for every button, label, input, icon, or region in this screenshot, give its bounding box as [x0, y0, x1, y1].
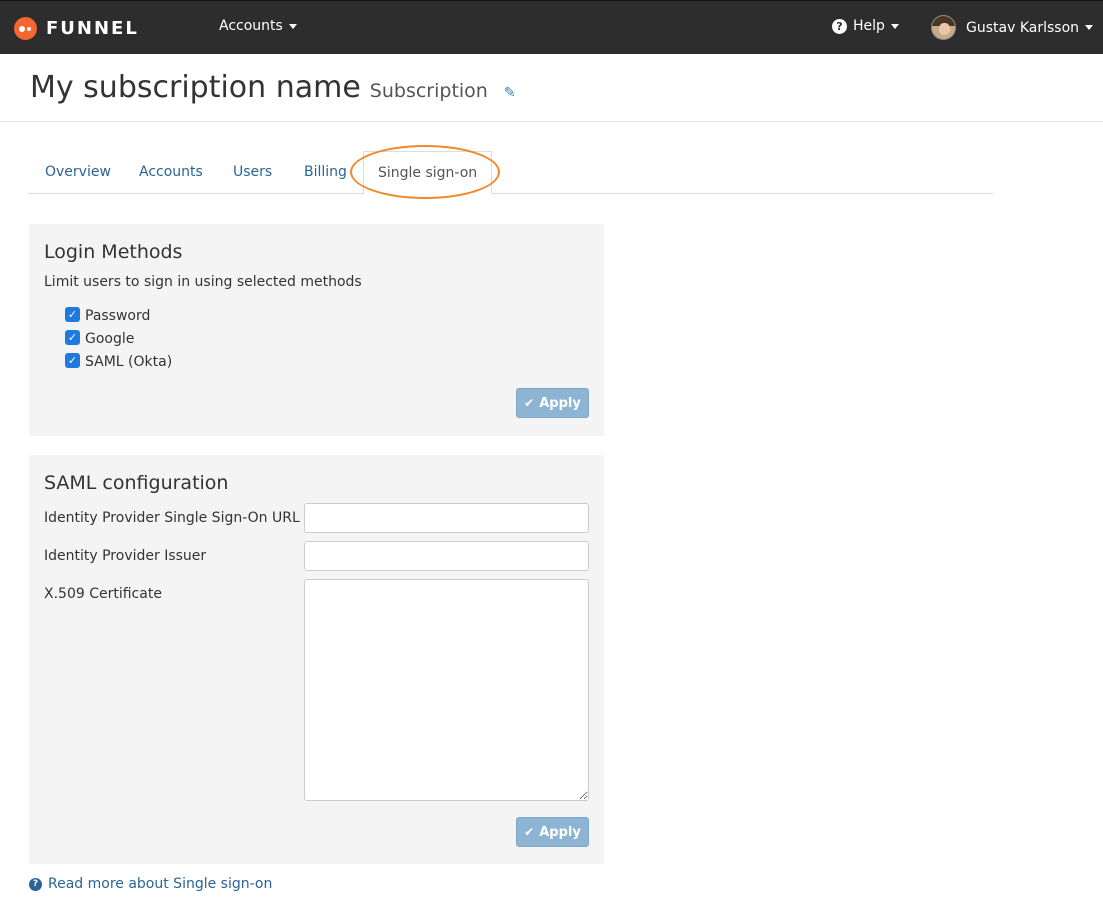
certificate-textarea[interactable]	[304, 579, 589, 801]
checkbox-checked-icon[interactable]: ✓	[65, 306, 80, 322]
checkbox-checked-icon[interactable]: ✓	[65, 329, 80, 345]
apply-button-label: Apply	[539, 395, 581, 411]
tab-accounts[interactable]: Accounts	[139, 151, 203, 194]
saml-apply-button[interactable]: ✔ Apply	[516, 817, 589, 847]
login-methods-panel: Login Methods Limit users to sign in usi…	[29, 224, 604, 436]
top-navbar: FUNNEL Accounts ? Help Gustav Karlsson	[0, 0, 1103, 54]
login-methods-heading: Login Methods	[44, 241, 183, 263]
tab-billing[interactable]: Billing	[304, 151, 347, 194]
user-name: Gustav Karlsson	[966, 19, 1080, 36]
question-circle-icon: ?	[29, 877, 42, 891]
accounts-dropdown-label: Accounts	[219, 18, 283, 34]
issuer-input[interactable]	[304, 541, 589, 571]
header-divider	[0, 121, 1103, 122]
brand-name: FUNNEL	[46, 17, 139, 39]
page-subtitle: Subscription	[369, 80, 488, 102]
help-dropdown-label: Help	[853, 18, 885, 34]
certificate-label: X.509 Certificate	[44, 586, 162, 602]
saml-config-heading: SAML configuration	[44, 472, 229, 494]
saml-config-panel: SAML configuration Identity Provider Sin…	[29, 455, 604, 864]
login-methods-help: Limit users to sign in using selected me…	[44, 274, 362, 290]
sso-url-label: Identity Provider Single Sign-On URL	[44, 510, 300, 526]
caret-down-icon	[288, 23, 297, 29]
issuer-label: Identity Provider Issuer	[44, 548, 207, 564]
accounts-dropdown[interactable]: Accounts	[219, 18, 297, 34]
apply-button-label: Apply	[539, 824, 581, 840]
login-option-label: Google	[85, 331, 135, 347]
check-icon: ✔	[524, 825, 535, 839]
sso-url-input[interactable]	[304, 503, 589, 533]
page-header: My subscription name Subscription ✎	[30, 70, 516, 105]
login-option-label: SAML (Okta)	[85, 354, 173, 370]
tab-single-sign-on[interactable]: Single sign-on	[363, 151, 493, 195]
question-circle-icon: ?	[832, 18, 847, 34]
user-menu-dropdown[interactable]: Gustav Karlsson	[931, 15, 1094, 40]
tab-overview[interactable]: Overview	[45, 151, 111, 194]
login-option-saml[interactable]: ✓ SAML (Okta)	[65, 352, 173, 370]
read-more-label: Read more about Single sign-on	[48, 876, 273, 892]
help-dropdown[interactable]: ? Help	[832, 18, 899, 34]
funnel-logo-icon	[14, 16, 37, 40]
caret-down-icon	[1085, 25, 1094, 30]
checkbox-checked-icon[interactable]: ✓	[65, 352, 80, 368]
subscription-tabs: Overview Accounts Users Billing Single s…	[28, 151, 993, 195]
tab-users[interactable]: Users	[233, 151, 272, 194]
avatar	[931, 15, 956, 40]
read-more-link[interactable]: ? Read more about Single sign-on	[29, 876, 272, 892]
login-methods-apply-button[interactable]: ✔ Apply	[516, 388, 589, 418]
login-option-password[interactable]: ✓ Password	[65, 306, 151, 324]
check-icon: ✔	[524, 396, 535, 410]
pencil-edit-icon[interactable]: ✎	[504, 85, 516, 101]
login-option-google[interactable]: ✓ Google	[65, 329, 135, 347]
login-option-label: Password	[85, 308, 151, 324]
page-title: My subscription name	[30, 70, 361, 105]
caret-down-icon	[890, 23, 899, 29]
brand-logo[interactable]: FUNNEL	[14, 15, 139, 41]
